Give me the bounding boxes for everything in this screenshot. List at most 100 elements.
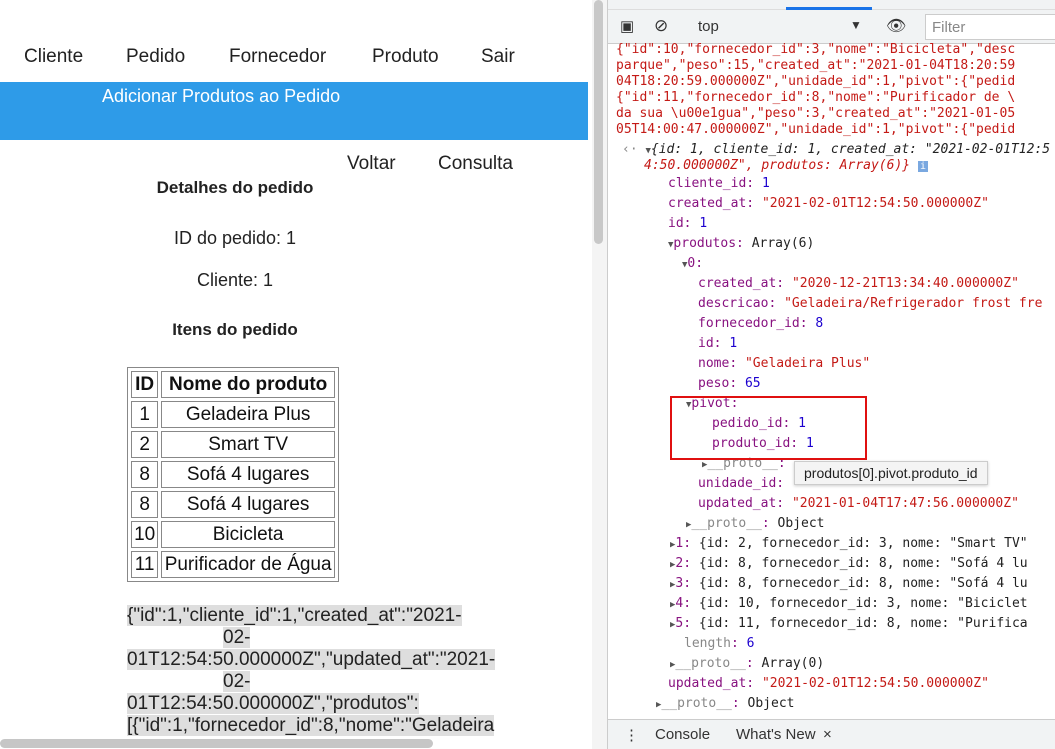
json-line: 02- (223, 671, 251, 692)
console-property: ▶__proto__: Array(0) (670, 656, 825, 671)
console-property: ▼produtos: Array(6) (668, 236, 815, 251)
prop-key[interactable]: id (698, 336, 714, 351)
console-property: cliente_id: 1 (668, 176, 770, 191)
tab-whats-new[interactable]: What's New (736, 726, 816, 743)
prop-key[interactable]: length (684, 636, 731, 651)
prop-value: Object (747, 696, 795, 711)
console-property: ▶5: {id: 11, fornecedor_id: 8, nome: "Pu… (670, 616, 1028, 631)
console-property: ▶2: {id: 8, fornecedor_id: 8, nome: "Sof… (670, 556, 1028, 571)
prop-key[interactable]: created_at (668, 196, 746, 211)
prop-key[interactable]: produtos (673, 236, 736, 251)
console-property: ▶__proto__: Object (656, 696, 795, 711)
prop-value: 8 (815, 316, 824, 331)
cell-name: Purificador de Água (161, 551, 335, 578)
prop-value: 1 (761, 176, 770, 191)
vertical-scroll-thumb[interactable] (594, 0, 603, 244)
prop-key[interactable]: unidade_id (698, 476, 776, 491)
table-row: 1 Geladeira Plus (131, 401, 335, 428)
table-row: 10 Bicicleta (131, 521, 335, 548)
console-property: id: 1 (668, 216, 708, 231)
chevron-down-icon[interactable]: ▼ (850, 18, 862, 32)
devtools-panel: ▣ ⊘ top ▼ 👁 Filter {"id":10,"fornecedor_… (607, 0, 1055, 749)
console-property: ▶4: {id: 10, fornecedor_id: 3, nome: "Bi… (670, 596, 1028, 611)
close-icon[interactable]: × (823, 726, 832, 743)
cell-name: Sofá 4 lugares (161, 491, 335, 518)
eye-icon[interactable]: 👁 (886, 16, 906, 36)
nav-fornecedor[interactable]: Fornecedor (229, 46, 326, 68)
prop-key[interactable]: created_at (698, 276, 776, 291)
prop-key[interactable]: updated_at (698, 496, 776, 511)
client-id: Cliente: 1 (196, 270, 274, 290)
console-property: descricao: "Geladeira/Refrigerador frost… (698, 296, 1043, 311)
table-row: 2 Smart TV (131, 431, 335, 458)
prop-key[interactable]: peso (698, 376, 729, 391)
order-id: ID do pedido: 1 (173, 228, 297, 248)
prop-value: {id: 8, fornecedor_id: 8, nome: "Sofá 4 … (698, 556, 1028, 571)
query-link[interactable]: Consulta (438, 153, 513, 175)
console-property: created_at: "2021-02-01T12:54:50.000000Z… (668, 196, 989, 211)
raw-log-line: {"id":10,"fornecedor_id":3,"nome":"Bicic… (616, 42, 1016, 57)
json-line: 01T12:54:50.000000Z","produtos": (127, 693, 419, 714)
context-select[interactable]: top (698, 18, 719, 35)
items-table: ID Nome do produto 1 Geladeira Plus 2 Smart… (127, 367, 339, 582)
back-link[interactable]: Voltar (347, 153, 396, 175)
json-line: 02- (223, 627, 251, 648)
prop-value: {id: 10, fornecedor_id: 3, nome: "Bicicl… (698, 596, 1028, 611)
cell-name: Smart TV (161, 431, 335, 458)
nav-pedido[interactable]: Pedido (126, 46, 185, 68)
table-row: 8 Sofá 4 lugares (131, 491, 335, 518)
cell-id: 8 (131, 461, 159, 488)
horizontal-scroll-thumb[interactable] (0, 739, 433, 748)
prop-key[interactable]: fornecedor_id (698, 316, 800, 331)
tooltip: produtos[0].pivot.produto_id (794, 461, 988, 485)
table-row: 11 Purificador de Água (131, 551, 335, 578)
nav-sair[interactable]: Sair (481, 46, 515, 68)
cell-id: 2 (131, 431, 159, 458)
banner-title: Adicionar Produtos ao Pedido (102, 86, 341, 106)
prop-key[interactable]: __proto__ (661, 696, 731, 711)
filter-input[interactable]: Filter (925, 14, 1055, 40)
prop-value: 1 (729, 336, 738, 351)
prop-value: Array(6) (751, 236, 815, 251)
prop-key[interactable]: __proto__ (691, 516, 761, 531)
console-property: ▶__proto__: Object (686, 516, 825, 531)
object-summary[interactable]: {id: 1, cliente_id: 1, created_at: "2021… (651, 142, 1050, 157)
prop-value: "Geladeira Plus" (744, 356, 871, 371)
sidebar-toggle-icon[interactable]: ▣ (620, 17, 634, 35)
raw-log-line: {"id":11,"fornecedor_id":8,"nome":"Purif… (616, 90, 1016, 105)
console-property: unidade_id: (698, 476, 785, 491)
console-property: created_at: "2020-12-21T13:34:40.000000Z… (698, 276, 1019, 291)
highlight-box (670, 396, 867, 460)
json-line: {"id":1,"cliente_id":1,"created_at":"202… (127, 605, 462, 626)
console-property: ▼0: (682, 256, 704, 271)
prop-value: 65 (744, 376, 761, 391)
prop-key[interactable]: descricao (698, 296, 768, 311)
details-title: Detalhes do pedido (156, 178, 314, 197)
prop-key[interactable]: nome (698, 356, 729, 371)
table-header: ID Nome do produto (131, 371, 335, 398)
console-toolbar: ▣ ⊘ top ▼ 👁 Filter (608, 10, 1055, 44)
tab-console[interactable]: Console (655, 726, 710, 743)
prop-key[interactable]: cliente_id (668, 176, 746, 191)
menu-icon[interactable]: ⋮ (624, 726, 639, 744)
nav-cliente[interactable]: Cliente (24, 46, 83, 68)
console-property: fornecedor_id: 8 (698, 316, 824, 331)
json-line: [{"id":1,"fornecedor_id":8,"nome":"Gelad… (127, 715, 495, 736)
console-property: updated_at: "2021-01-04T17:47:56.000000Z… (698, 496, 1019, 511)
prop-key[interactable]: __proto__ (675, 656, 745, 671)
prop-value: 1 (699, 216, 708, 231)
object-summary-line: 4:50.000000Z", produtos: Array(6)} i (644, 158, 928, 173)
prop-value: "2021-02-01T12:54:50.000000Z" (761, 676, 989, 691)
nav-produto[interactable]: Produto (372, 46, 439, 68)
prop-key[interactable]: id (668, 216, 684, 231)
console-property: length: 6 (684, 636, 755, 651)
raw-log-line: parque","peso":15,"created_at":"2021-01-… (616, 58, 1016, 73)
object-summary-cont: 4:50.000000Z", produtos: Array(6)} (644, 158, 911, 173)
cell-id: 8 (131, 491, 159, 518)
cell-name: Bicicleta (161, 521, 335, 548)
json-line: 01T12:54:50.000000Z","updated_at":"2021- (127, 649, 496, 670)
prop-value: {id: 2, fornecedor_id: 3, nome: "Smart T… (698, 536, 1028, 551)
clear-console-icon[interactable]: ⊘ (654, 16, 668, 36)
prop-key[interactable]: updated_at (668, 676, 746, 691)
cell-name: Sofá 4 lugares (161, 461, 335, 488)
